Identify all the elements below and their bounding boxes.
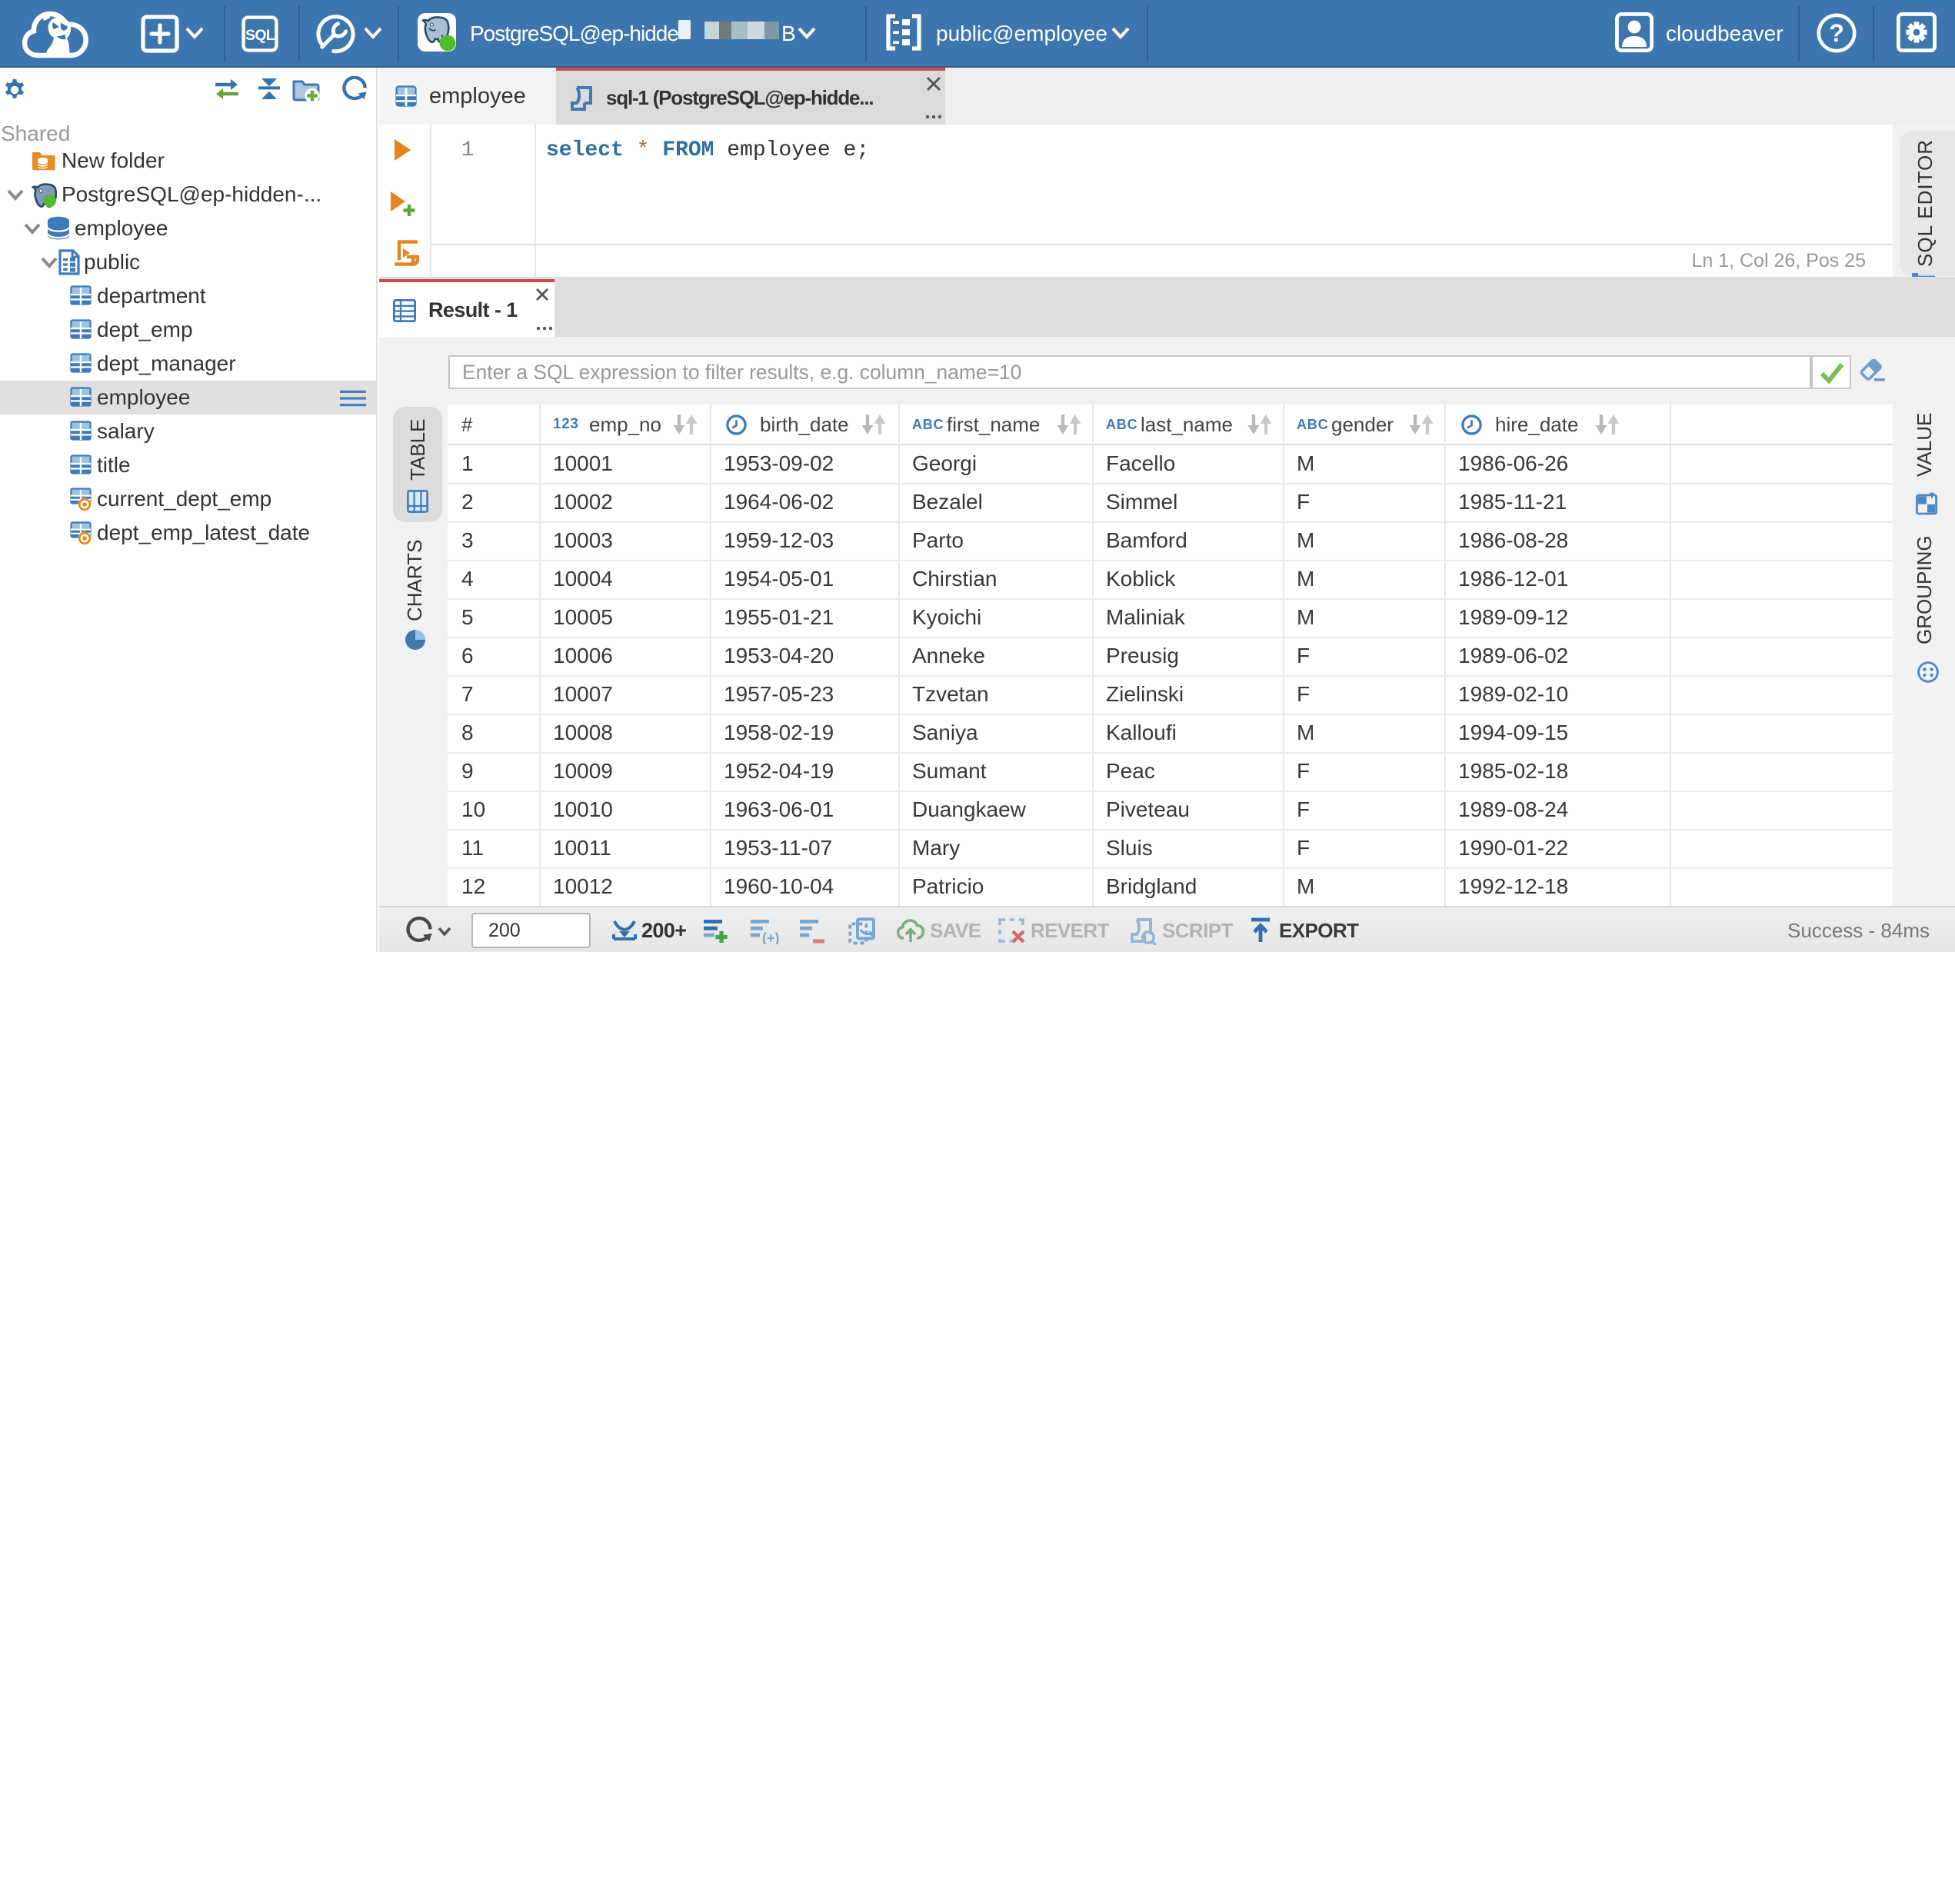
svg-text:?: ? <box>1829 19 1844 47</box>
svg-text:SQL: SQL <box>245 27 275 44</box>
svg-text:(+): (+) <box>762 930 780 944</box>
